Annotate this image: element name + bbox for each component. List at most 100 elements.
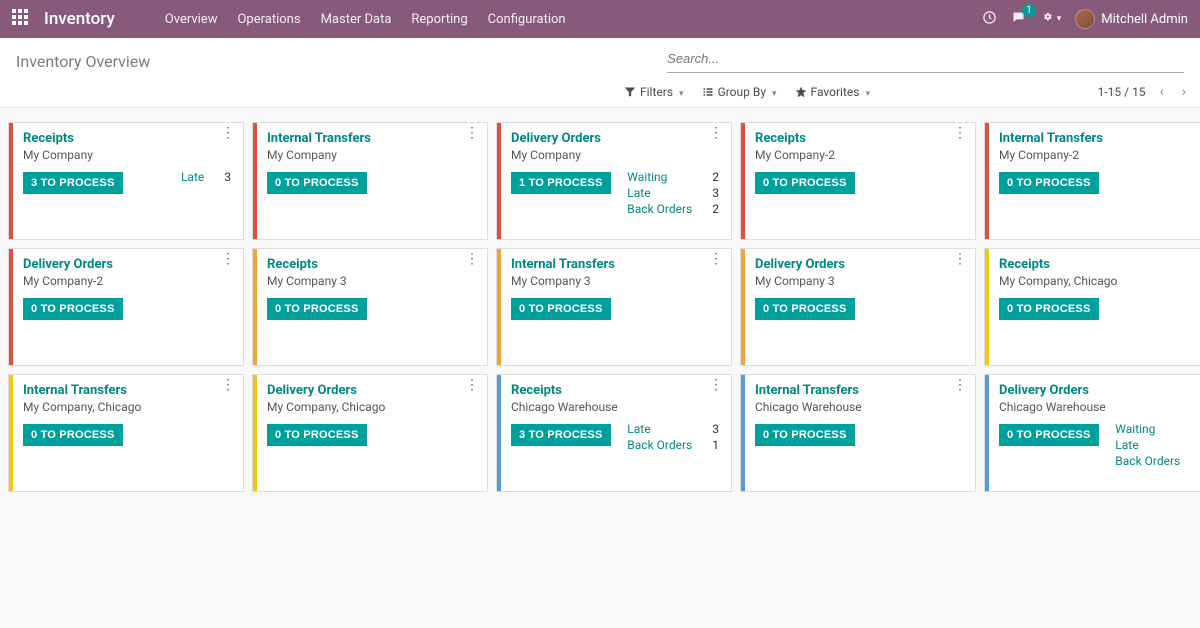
process-button[interactable]: 0 TO PROCESS [999,172,1099,194]
stat-value: 1 [712,437,719,453]
kanban-card[interactable]: ⋮Receipts My Company 3 0 TO PROCESS [252,248,488,366]
kanban-card[interactable]: ⋮Delivery OrdersMy Company 30 TO PROCESS [740,248,976,366]
card-subtitle: My Company [23,148,233,162]
stat-row[interactable]: Back Orders 1 [627,437,719,453]
kebab-icon[interactable]: ⋮ [953,129,967,137]
stat-row[interactable]: Late3 [627,185,719,201]
kanban-card[interactable]: ⋮Delivery OrdersChicago Warehouse0 TO PR… [984,374,1200,492]
process-button[interactable]: 0 TO PROCESS [267,172,367,194]
kebab-icon[interactable]: ⋮ [465,255,479,263]
kebab-icon[interactable]: ⋮ [221,129,235,137]
stat-row[interactable]: Waiting3 [1115,421,1200,437]
kebab-icon[interactable]: ⋮ [709,255,723,263]
card-title[interactable]: Delivery Orders [23,257,233,272]
card-title[interactable]: Internal Transfers [999,131,1200,146]
stat-value: 3 [712,421,719,437]
search-input[interactable] [667,49,1184,68]
kanban-card[interactable]: ⋮Internal TransfersMy Company, Chicago0 … [8,374,244,492]
kanban-card[interactable]: ⋮ReceiptsMy Company-20 TO PROCESS [740,122,976,240]
kebab-icon[interactable]: ⋮ [709,381,723,389]
kanban-card[interactable]: ⋮Internal Transfers My Company 3 0 TO PROC… [496,248,732,366]
card-body: ⋮Delivery OrdersMy Company1 TO PROCESSWa… [501,123,731,239]
process-button[interactable]: 0 TO PROCESS [999,424,1099,446]
menu-operations[interactable]: Operations [227,12,310,27]
card-title[interactable]: Receipts [511,383,721,398]
card-title[interactable]: Receipts [267,257,477,272]
menu-overview[interactable]: Overview [155,12,228,27]
kanban-card[interactable]: ⋮Delivery OrdersMy Company1 TO PROCESSWa… [496,122,732,240]
kebab-icon[interactable]: ⋮ [953,381,967,389]
card-title[interactable]: Receipts [755,131,965,146]
card-subtitle: My Company-2 [23,274,233,288]
stat-label: Back Orders [627,201,692,217]
stat-row[interactable]: Waiting2 [627,169,719,185]
search-box[interactable] [667,49,1184,73]
process-button[interactable]: 0 TO PROCESS [511,298,611,320]
card-title[interactable]: Delivery Orders [511,131,721,146]
kanban-card[interactable]: ⋮Receipts My Company 3 TO PROCESS Late3 [8,122,244,240]
kebab-icon[interactable]: ⋮ [465,129,479,137]
card-title[interactable]: Internal Transfers [23,383,233,398]
kebab-icon[interactable]: ⋮ [953,255,967,263]
kanban-board: ⋮ReceiptsMy Company3 TO PROCESSLate3⋮Int… [0,108,1200,506]
card-title[interactable]: Delivery Orders [755,257,965,272]
chat-icon[interactable]: 1 [1011,10,1026,29]
card-title[interactable]: Receipts [999,257,1200,272]
kanban-card[interactable]: ⋮ReceiptsChicago Warehouse3 TO PROCESSLa… [496,374,732,492]
kanban-card[interactable]: ⋮Internal TransfersMy Company0 TO PROCES… [252,122,488,240]
process-button[interactable]: 3 TO PROCESS [23,172,123,194]
kebab-icon[interactable]: ⋮ [221,381,235,389]
process-button[interactable]: 0 TO PROCESS [23,298,123,320]
process-button[interactable]: 3 TO PROCESS [511,424,611,446]
stat-row[interactable]: Back Orders1 [1115,453,1200,469]
apps-icon[interactable] [12,9,32,29]
kanban-card[interactable]: ⋮Internal TransfersMy Company-20 TO PROC… [984,122,1200,240]
filters-button[interactable]: Filters [624,85,684,99]
card-body: ⋮Delivery Orders My Company-2 0 TO PROCESS [13,249,243,365]
kebab-icon[interactable]: ⋮ [709,129,723,137]
groupby-button[interactable]: Group By [702,85,777,99]
process-button[interactable]: 1 TO PROCESS [511,172,611,194]
process-button[interactable]: 0 TO PROCESS [267,424,367,446]
pager-prev[interactable]: ‹ [1156,84,1168,100]
process-button[interactable]: 0 TO PROCESS [755,424,855,446]
card-title[interactable]: Internal Transfers [511,257,721,272]
process-button[interactable]: 0 TO PROCESS [755,172,855,194]
card-body: ⋮Delivery OrdersChicago Warehouse0 TO PR… [989,375,1200,491]
card-title[interactable]: Delivery Orders [267,383,477,398]
kanban-card[interactable]: ⋮ReceiptsMy Company, Chicago0 TO PROCESS [984,248,1200,366]
kebab-icon[interactable]: ⋮ [221,255,235,263]
stat-row[interactable]: Late3 [1115,437,1200,453]
card-body: ⋮Internal TransfersMy Company0 TO PROCES… [257,123,487,239]
menu-master-data[interactable]: Master Data [311,12,402,27]
settings-icon[interactable]: ▾ [1040,12,1062,27]
favorites-button[interactable]: Favorites [795,85,870,99]
process-button[interactable]: 0 TO PROCESS [267,298,367,320]
card-title[interactable]: Receipts [23,131,233,146]
clock-icon[interactable] [982,10,997,29]
stat-row[interactable]: Late3 [181,169,231,185]
card-title[interactable]: Delivery Orders [999,383,1200,398]
card-subtitle: My Company 3 [267,274,477,288]
kanban-card[interactable]: ⋮Delivery OrdersMy Company, Chicago0 TO … [252,374,488,492]
stat-row[interactable]: Back Orders2 [627,201,719,217]
card-subtitle: My Company 3 [511,274,721,288]
stat-label: Back Orders [627,437,692,453]
card-body: ⋮Internal Transfers Chicago Warehouse 0 TO… [745,375,975,491]
pager-next[interactable]: › [1178,84,1190,100]
stat-label: Late [181,169,204,185]
user-menu[interactable]: Mitchell Admin [1075,9,1188,29]
process-button[interactable]: 0 TO PROCESS [23,424,123,446]
process-button[interactable]: 0 TO PROCESS [755,298,855,320]
kebab-icon[interactable]: ⋮ [465,381,479,389]
card-title[interactable]: Internal Transfers [267,131,477,146]
card-title[interactable]: Internal Transfers [755,383,965,398]
menu-configuration[interactable]: Configuration [478,12,576,27]
menu-reporting[interactable]: Reporting [401,12,477,27]
app-brand[interactable]: Inventory [44,9,115,29]
kanban-card[interactable]: ⋮Internal Transfers Chicago Warehouse 0 TO… [740,374,976,492]
card-subtitle: Chicago Warehouse [755,400,965,414]
kanban-card[interactable]: ⋮Delivery Orders My Company-2 0 TO PROCESS [8,248,244,366]
process-button[interactable]: 0 TO PROCESS [999,298,1099,320]
stat-row[interactable]: Late3 [627,421,719,437]
